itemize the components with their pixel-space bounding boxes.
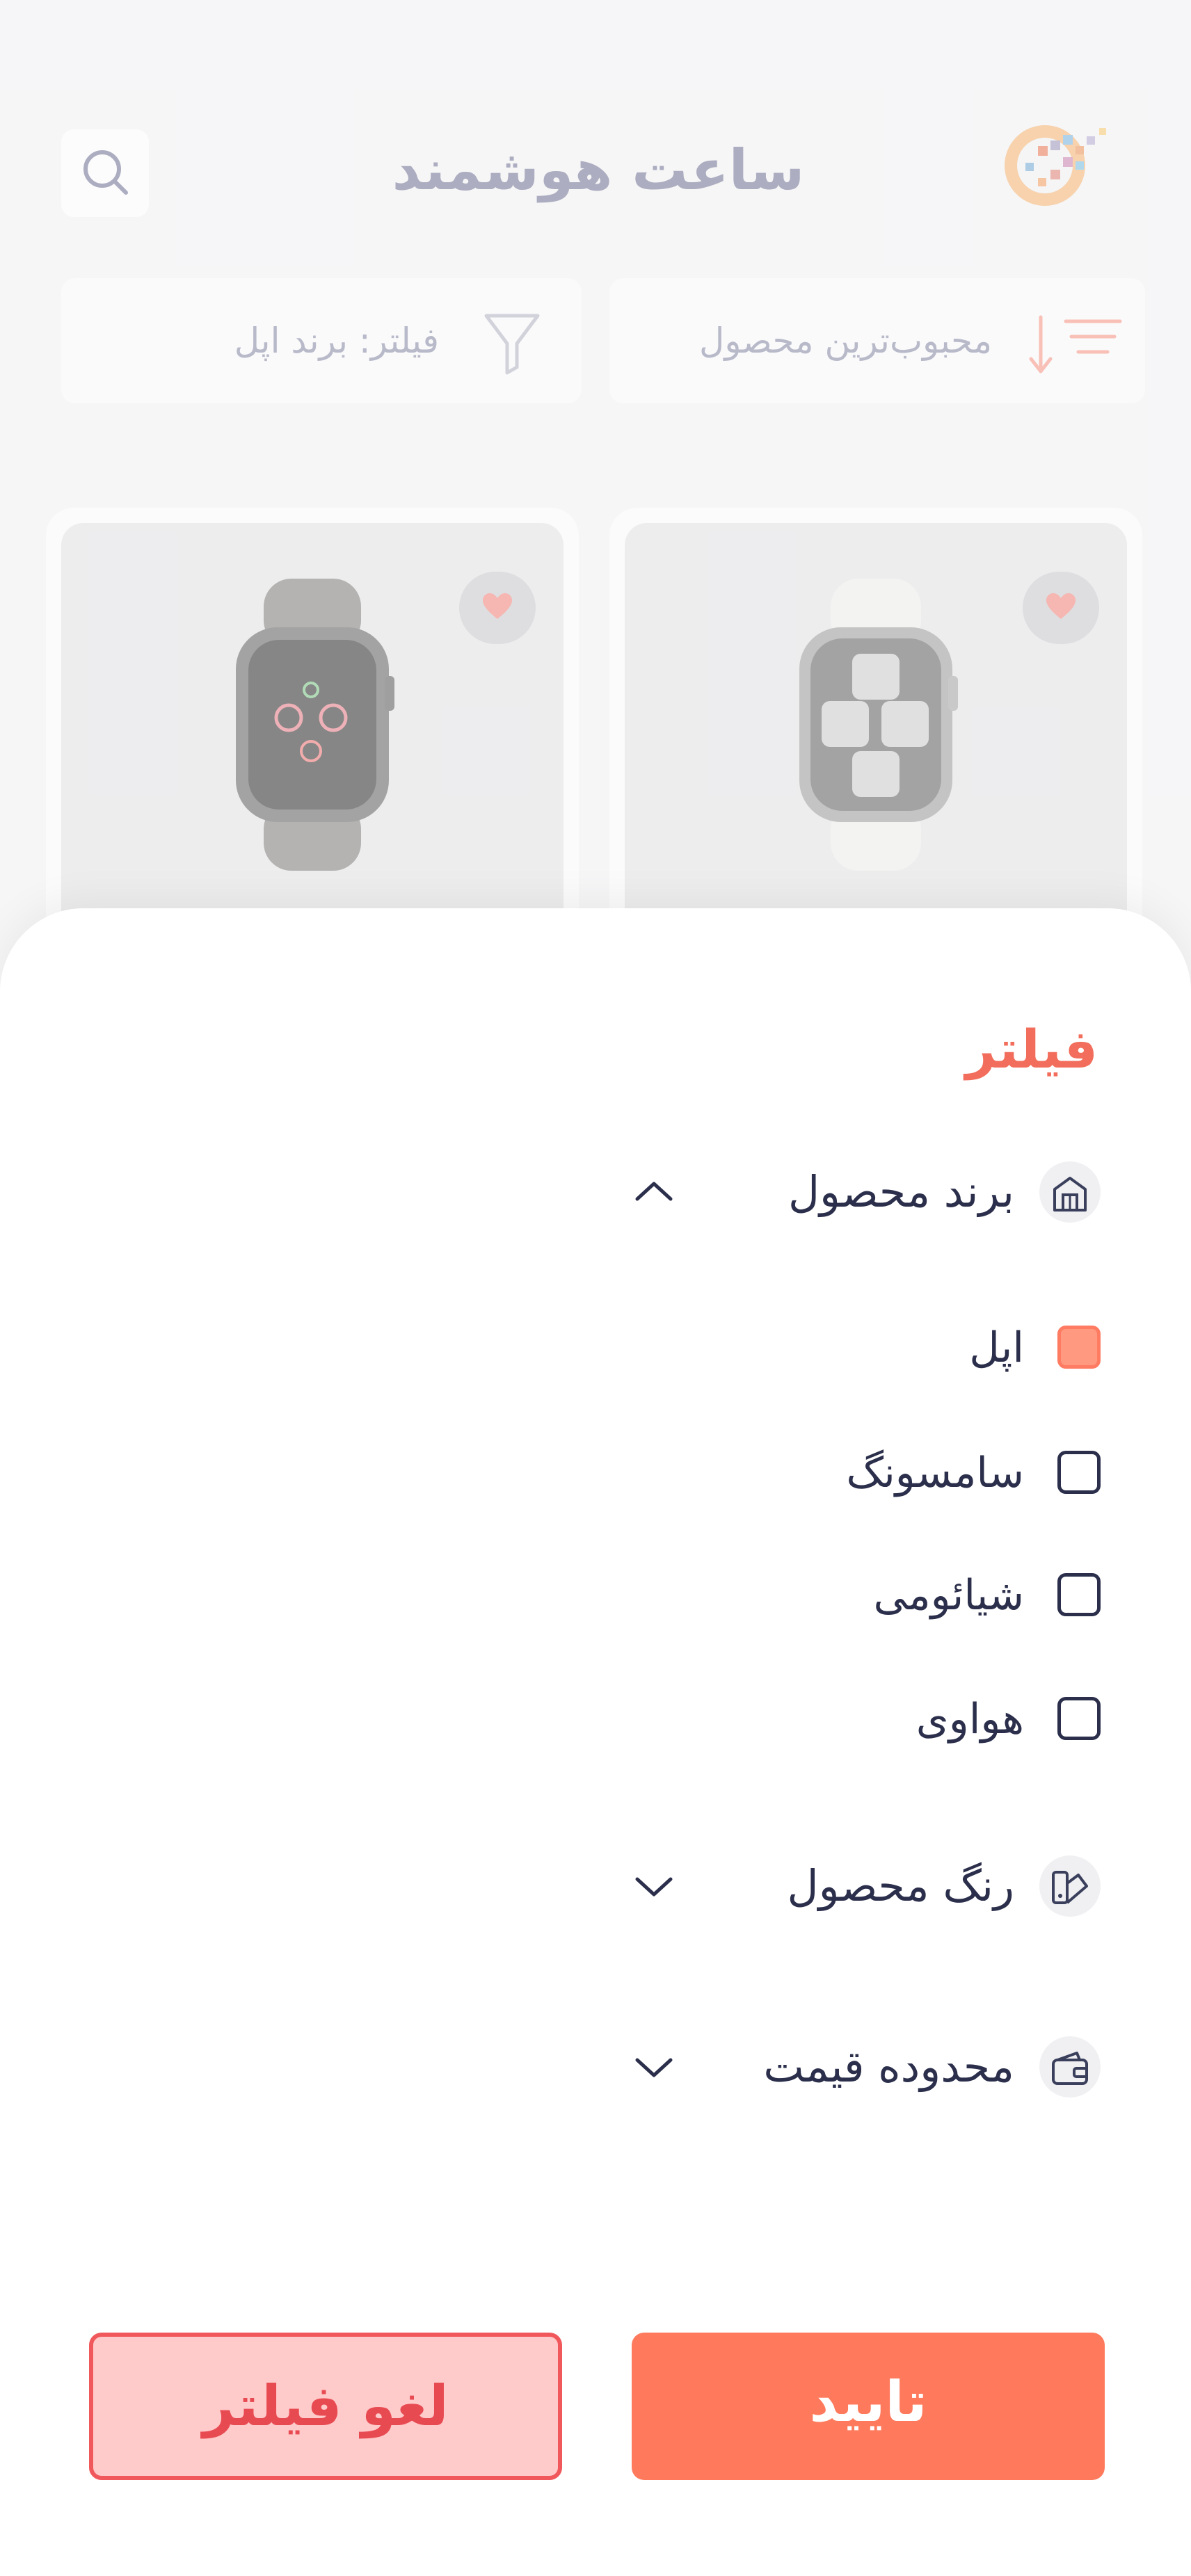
brand-option-samsung[interactable]: سامسونگ — [0, 1438, 1191, 1508]
screen: ساعت هوشمند محبوب‌ترین محصول — [0, 0, 1191, 2576]
confirm-button[interactable]: تایید — [632, 2333, 1105, 2480]
color-section-header[interactable]: رنگ محصول — [0, 1851, 1191, 1935]
checkbox[interactable] — [1057, 1451, 1101, 1494]
brand-section-label: برند محصول — [788, 1166, 1014, 1217]
clear-filter-button[interactable]: لغو فیلتر — [89, 2333, 562, 2480]
option-label: شیائومی — [873, 1571, 1024, 1620]
brand-section-header[interactable]: برند محصول — [0, 1157, 1191, 1241]
wallet-icon — [1039, 2036, 1101, 2098]
option-label: سامسونگ — [846, 1449, 1024, 1497]
checkbox[interactable] — [1057, 1573, 1101, 1616]
palette-icon — [1039, 1855, 1101, 1917]
brand-option-huawei[interactable]: هواوی — [0, 1684, 1191, 1754]
filter-sheet-title: فیلتر — [965, 1018, 1098, 1080]
store-icon — [1039, 1161, 1101, 1223]
checkbox[interactable] — [1057, 1697, 1101, 1740]
option-label: اپل — [969, 1323, 1024, 1372]
option-label: هواوی — [916, 1695, 1024, 1744]
color-section-label: رنگ محصول — [787, 1860, 1014, 1911]
chevron-down-icon[interactable] — [633, 2053, 675, 2084]
brand-option-xiaomi[interactable]: شیائومی — [0, 1561, 1191, 1630]
checkbox-checked[interactable] — [1057, 1326, 1101, 1369]
price-section-label: محدوده قیمت — [763, 2041, 1014, 2092]
chevron-up-icon[interactable] — [633, 1178, 675, 1209]
brand-option-apple[interactable]: اپل — [0, 1313, 1191, 1383]
chevron-down-icon[interactable] — [633, 1872, 675, 1903]
price-section-header[interactable]: محدوده قیمت — [0, 2032, 1191, 2116]
